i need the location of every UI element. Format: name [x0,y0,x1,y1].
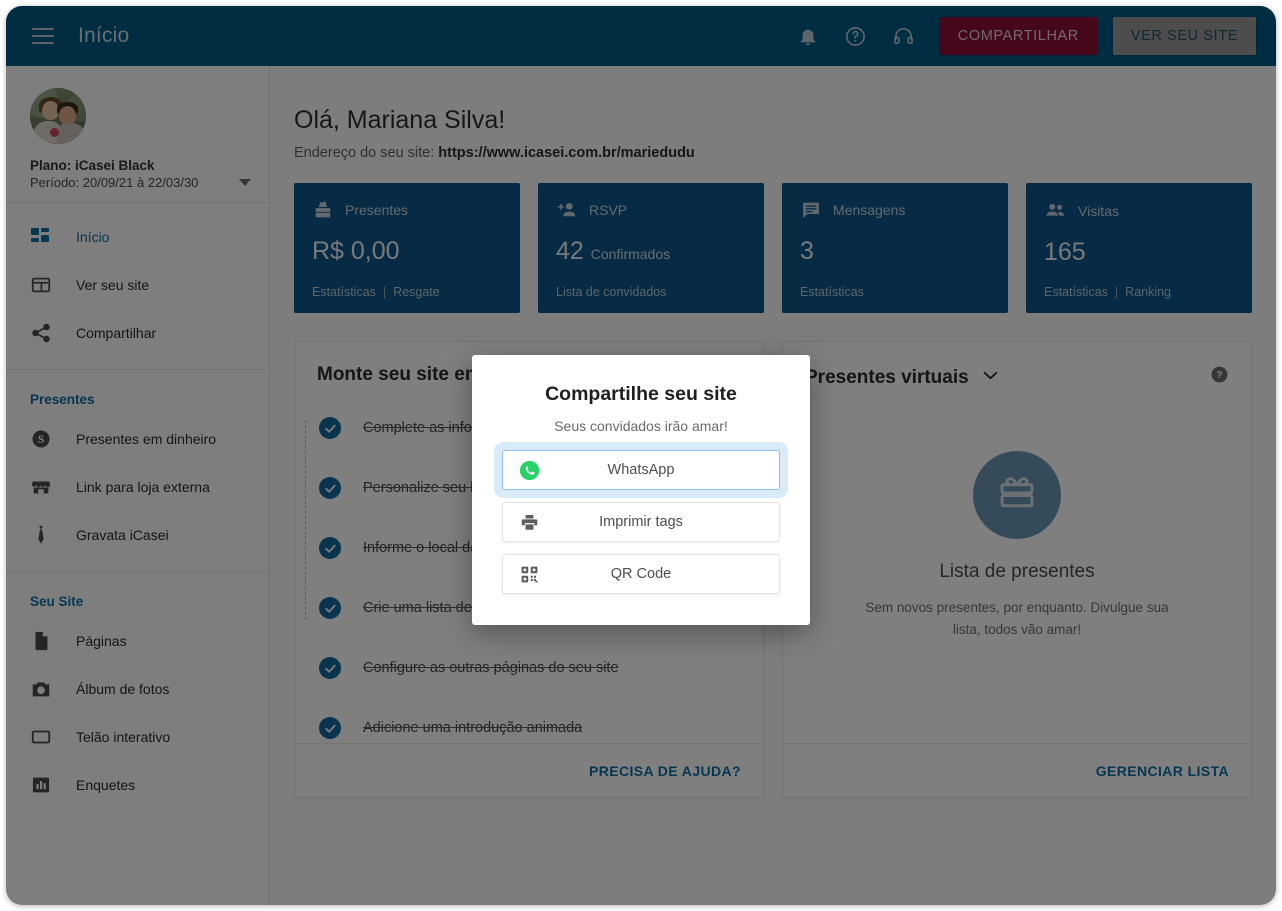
share-option-imprimir-tags[interactable]: Imprimir tags [502,502,780,542]
share-options: WhatsApp Imprimir tags [502,450,780,594]
share-modal: Compartilhe seu site Seus convidados irã… [472,355,810,625]
share-option-whatsapp[interactable]: WhatsApp [502,450,780,490]
browser-window: Início COMPARTI [6,6,1276,905]
whatsapp-icon [503,460,555,481]
modal-subtitle: Seus convidados irão amar! [472,418,810,434]
printer-icon [503,513,555,532]
app-root: Início COMPARTI [0,0,1282,911]
qrcode-icon [503,565,555,584]
modal-title: Compartilhe seu site [472,383,810,406]
share-option-qr-code[interactable]: QR Code [502,554,780,594]
